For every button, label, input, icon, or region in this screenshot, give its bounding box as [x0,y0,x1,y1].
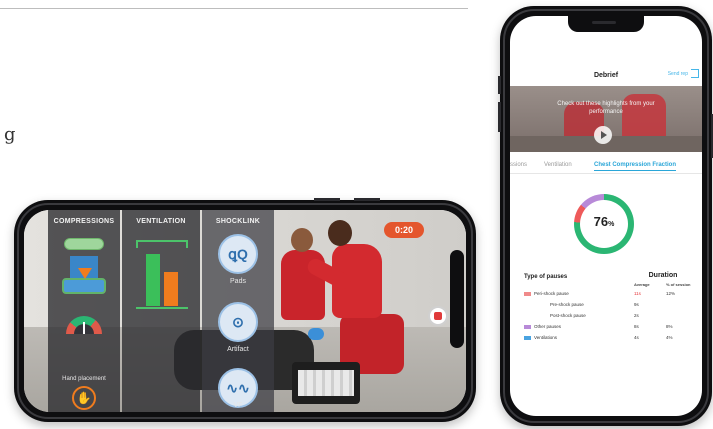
phone-side-button [498,76,501,94]
send-report-button[interactable]: Send rep [668,71,688,77]
average-value: 9s [634,302,639,307]
average-value: 8s [634,324,639,329]
legend-swatch [524,325,531,329]
down-arrow-icon [78,268,92,279]
debrief-screen: Debrief Send rep Check out these highlig… [510,16,702,416]
pads-icon[interactable]: ꝗQ [218,234,258,274]
legend-swatch [524,336,531,340]
duration-header: Duration [648,272,678,279]
hand-placement-icon[interactable]: ✋ [72,386,96,410]
tab-chest-compression-fraction[interactable]: Chest Compression Fraction [594,162,677,171]
defibrillator-device [292,362,360,404]
phone-side-button [314,198,340,201]
panel-title: VENTILATION [136,218,186,225]
tab-ventilation[interactable]: Ventilation [544,162,572,168]
average-value: 2s [634,313,639,318]
ventilation-target-bracket [136,240,188,248]
tab-sessions[interactable]: ssions [510,162,527,168]
play-icon[interactable] [594,126,612,144]
panel-title: COMPRESSIONS [53,218,115,225]
vf-label: VF [233,402,243,409]
panel-title: SHOCKLINK [215,218,261,225]
pause-type-label: Other pauses [534,324,562,329]
ventilation-rate-bar [164,272,178,306]
export-icon[interactable] [691,69,699,78]
pause-type-label: Peri-shock pause [534,291,569,296]
average-column-header: Average [634,282,650,287]
pause-type-label: Pre-shock pause [550,302,584,307]
landscape-phone: COMPRESSIONS Hand placement ✋ VENTILATIO… [14,198,476,422]
artifact-icon[interactable]: ⊙ [218,302,258,342]
pause-type-label: Ventilations [534,335,558,340]
training-screen: COMPRESSIONS Hand placement ✋ VENTILATIO… [24,210,466,412]
ventilation-volume-bar [146,254,160,306]
table-row: Ventilations 4s 4% [510,334,702,343]
cropped-text: g [4,124,16,145]
ventilation-baseline [136,307,188,309]
hands-position-icon [62,278,106,294]
shocklink-panel[interactable]: SHOCKLINK ꝗQ Pads ⊙ Artifact ∿∿ VF [202,210,274,412]
record-button[interactable] [428,306,448,326]
table-row: Pre-shock pause 9s [510,301,702,310]
average-value: 4s [634,335,639,340]
pads-label: Pads [230,278,246,285]
video-caption: Check out these highlights from your per… [557,101,655,115]
session-percent-value: 4% [666,335,673,340]
table-row: Post-shock pause 2s [510,312,702,321]
highlights-video[interactable]: Check out these highlights from your per… [510,86,702,152]
table-row: Other pauses 8s 8% [510,323,702,332]
gauge-needle [83,322,85,334]
artifact-label: Artifact [227,346,249,353]
phone-notch [450,250,464,348]
hand-placement-label: Hand placement [62,376,106,382]
session-percent-value: 12% [666,291,676,296]
session-timer: 0:20 [384,222,424,238]
portrait-phone: Debrief Send rep Check out these highlig… [498,6,713,426]
metric-tabs: ssions Ventilation Chest Compression Fra… [510,160,702,174]
session-column-header: % of session [666,282,691,287]
phone-side-button [354,198,380,201]
session-percent-value: 8% [666,324,673,329]
phone-side-button [498,102,501,132]
compression-depth-indicator [64,238,104,250]
glove [308,328,324,340]
pauses-table-title: Type of pauses [524,274,568,280]
table-row: Peri-shock pause 11s 12% [510,290,702,299]
compressions-panel[interactable]: COMPRESSIONS Hand placement ✋ [48,210,120,412]
pause-type-label: Post-shock pause [550,313,586,318]
phone-notch [568,16,644,32]
compression-fraction-value: 76% [593,214,615,229]
divider-line [0,8,468,9]
average-value: 11s [634,291,641,296]
legend-swatch [524,292,531,296]
ventilation-panel[interactable]: VENTILATION [122,210,200,412]
